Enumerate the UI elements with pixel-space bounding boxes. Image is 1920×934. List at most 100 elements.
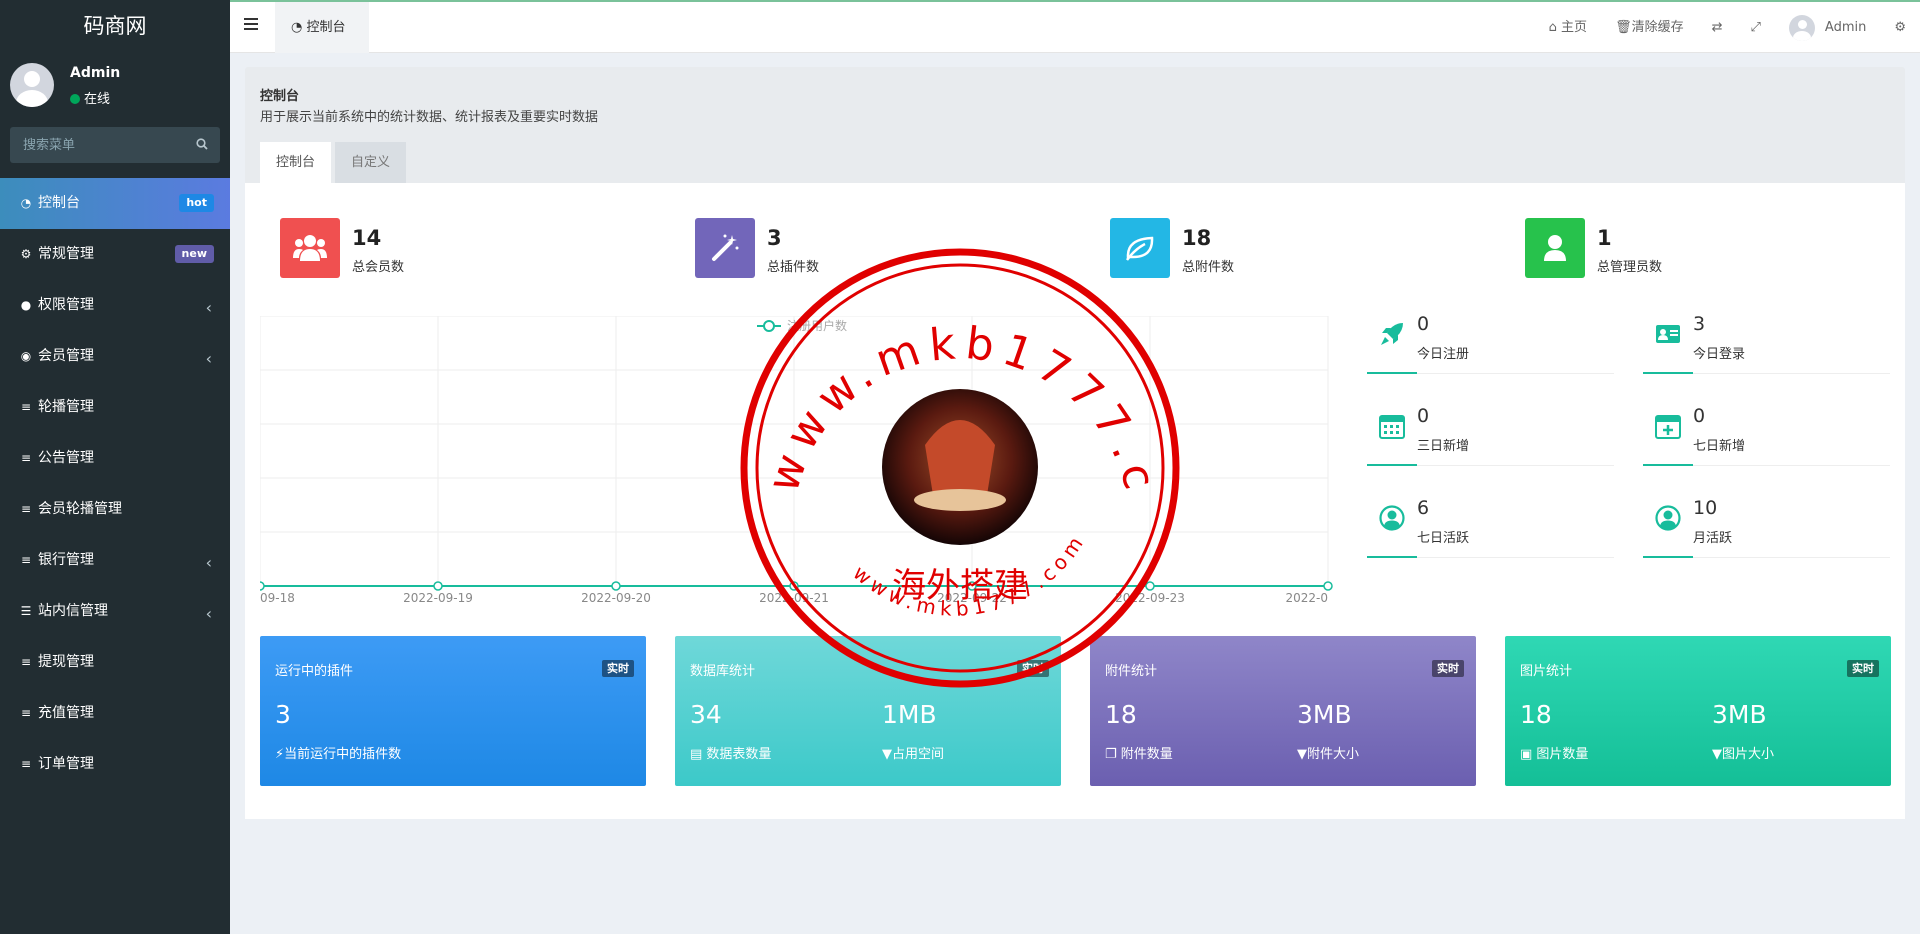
data-point [967, 581, 977, 591]
panel-label: ⚡当前运行中的插件数 [275, 743, 401, 762]
sidebar-search [10, 127, 220, 163]
search-input[interactable] [10, 127, 180, 163]
sidebar-item-member-carousel[interactable]: ≡ 会员轮播管理 [0, 484, 230, 535]
admin-name: Admin [1824, 20, 1867, 35]
sidebar-item-notice[interactable]: ≡ 公告管理 [0, 433, 230, 484]
stat-value: 3 [767, 226, 782, 250]
content-tabs: 控制台 自定义 [260, 142, 410, 183]
app-logo[interactable]: 码商网 [0, 0, 230, 53]
mini-stat-bar [1367, 372, 1417, 374]
sidebar-item-label: 订单管理 [38, 756, 94, 772]
filter-icon: ▼ [1297, 747, 1307, 762]
user-status: 在线 [70, 88, 110, 107]
mini-stat-bar [1367, 464, 1417, 466]
list-icon: ≡ [20, 706, 32, 720]
panel-value: 3 [275, 700, 291, 729]
page-title: 控制台 [260, 89, 300, 104]
panel-attachment-stats: 附件统计 实时 18 ❐ 附件数量 3MB ▼附件大小 [1090, 636, 1476, 786]
clear-cache-button[interactable]: 🗑 清除缓存 [1601, 2, 1698, 53]
new-badge: new [174, 245, 214, 263]
sidebar-item-auth[interactable]: ● 权限管理 ‹ [0, 280, 230, 331]
user-panel: Admin 在线 [0, 53, 230, 121]
search-icon[interactable] [196, 138, 208, 150]
sidebar-menu: ◔ 控制台 hot ⚙ 常规管理 new ● 权限管理 ‹ ◉ 会员管理 ‹ ≡ 轮播管理 ≡ 公告… [0, 178, 230, 790]
chevron-left-icon: ‹ [205, 298, 212, 317]
mini-stat-today-login: 3 今日登录 [1643, 311, 1890, 374]
leaf-icon [1110, 218, 1170, 278]
tab-dashboard-content[interactable]: 控制台 [260, 142, 332, 183]
tab-custom[interactable]: 自定义 [335, 142, 407, 183]
clear-cache-label: 清除缓存 [1631, 20, 1684, 35]
sidebar-item-recharge[interactable]: ≡ 充值管理 [0, 688, 230, 739]
tab-label: 控制台 [306, 20, 346, 35]
top-right-nav: ⌂ 主页 🗑 清除缓存 ⇄ ⤢ Admin ⚙ [1535, 2, 1920, 53]
sidebar-item-label: 站内信管理 [38, 603, 108, 619]
top-navbar: ◔ 控制台 ⌂ 主页 🗑 清除缓存 ⇄ ⤢ Admin ⚙ [230, 0, 1920, 53]
id-card-icon [1656, 325, 1680, 343]
avatar[interactable] [10, 63, 54, 107]
language-button[interactable]: ⇄ [1698, 2, 1737, 53]
magic-wand-icon: ⚡ [275, 747, 285, 762]
hot-badge: hot [179, 194, 214, 212]
data-point [611, 581, 621, 591]
database-icon: ▤ [690, 747, 707, 762]
mini-stat-value: 0 [1417, 313, 1430, 335]
mini-stat-bar [1643, 464, 1693, 466]
sidebar-item-label: 控制台 [38, 195, 80, 211]
tab-dashboard[interactable]: ◔ 控制台 [275, 2, 369, 53]
list-icon: ≡ [20, 451, 32, 465]
panel-title: 运行中的插件 [275, 664, 354, 679]
sidebar-item-members[interactable]: ◉ 会员管理 ‹ [0, 331, 230, 382]
dashboard-icon: ◔ [20, 196, 32, 210]
user-status-text: 在线 [84, 92, 111, 107]
panel-value: 18 [1520, 700, 1552, 729]
stat-label: 总附件数 [1182, 260, 1235, 275]
panel-title: 数据库统计 [690, 664, 756, 679]
user-name: Admin [70, 65, 121, 81]
sidebar-item-bank[interactable]: ≡ 银行管理 ‹ [0, 535, 230, 586]
stat-label: 总会员数 [352, 260, 405, 275]
list-icon: ≡ [20, 502, 32, 516]
sidebar-item-label: 会员轮播管理 [38, 501, 122, 517]
list-icon: ≡ [20, 400, 32, 414]
sidebar-item-label: 会员管理 [38, 348, 94, 364]
mini-stat-bar [1367, 556, 1417, 558]
panel-value: 34 [690, 700, 722, 729]
admin-user-menu[interactable]: Admin [1775, 2, 1880, 53]
sidebar-item-orders[interactable]: ≡ 订单管理 [0, 739, 230, 790]
sidebar-item-messages[interactable]: ☰ 站内信管理 ‹ [0, 586, 230, 637]
panel-value: 1MB [882, 700, 937, 729]
panel-label: ▼附件大小 [1297, 743, 1359, 762]
sidebar-item-carousel[interactable]: ≡ 轮播管理 [0, 382, 230, 433]
data-point [1145, 581, 1155, 591]
panel-label: ▼图片大小 [1712, 743, 1774, 762]
sidebar-item-general[interactable]: ⚙ 常规管理 new [0, 229, 230, 280]
x-tick-label: 2022-09-23 [1115, 591, 1185, 605]
menu-toggle-icon[interactable] [244, 18, 258, 32]
panel-title: 附件统计 [1105, 664, 1158, 679]
x-tick-label: 2022-09-19 [403, 591, 473, 605]
user-circle-icon [1379, 505, 1405, 531]
registration-line-chart[interactable]: 注册用户数 09-18 2022-09-19 2022-09-20 2022-09-21… [260, 316, 1335, 606]
settings-button[interactable]: ⚙ [1880, 2, 1920, 53]
panel-label-text: 占用空间 [892, 747, 945, 762]
panel-title: 图片统计 [1520, 664, 1573, 679]
sidebar-item-withdraw[interactable]: ≡ 提现管理 [0, 637, 230, 688]
data-point [260, 581, 265, 591]
fullscreen-icon: ⤢ [1750, 20, 1761, 35]
panel-value: 3MB [1297, 700, 1352, 729]
language-icon: ⇄ [1711, 20, 1723, 35]
x-tick-label: 2022-09-21 [759, 591, 829, 605]
stat-value: 1 [1597, 226, 1612, 250]
stat-total-members: 14 总会员数 [280, 218, 580, 278]
filter-icon: ▼ [882, 747, 892, 762]
legend-marker [763, 320, 775, 332]
sidebar-item-dashboard[interactable]: ◔ 控制台 hot [0, 178, 230, 229]
mini-stat-value: 0 [1693, 405, 1706, 427]
x-tick-label: 2022-09-20 [581, 591, 651, 605]
fullscreen-button[interactable]: ⤢ [1737, 2, 1775, 53]
legend-label: 注册用户数 [787, 318, 847, 333]
home-link[interactable]: ⌂ 主页 [1535, 2, 1601, 53]
mini-stat-seven-day-active: 6 七日活跃 [1367, 495, 1614, 558]
main-content: 控制台 用于展示当前系统中的统计数据、统计报表及重要实时数据 控制台 自定义 1… [245, 67, 1905, 819]
